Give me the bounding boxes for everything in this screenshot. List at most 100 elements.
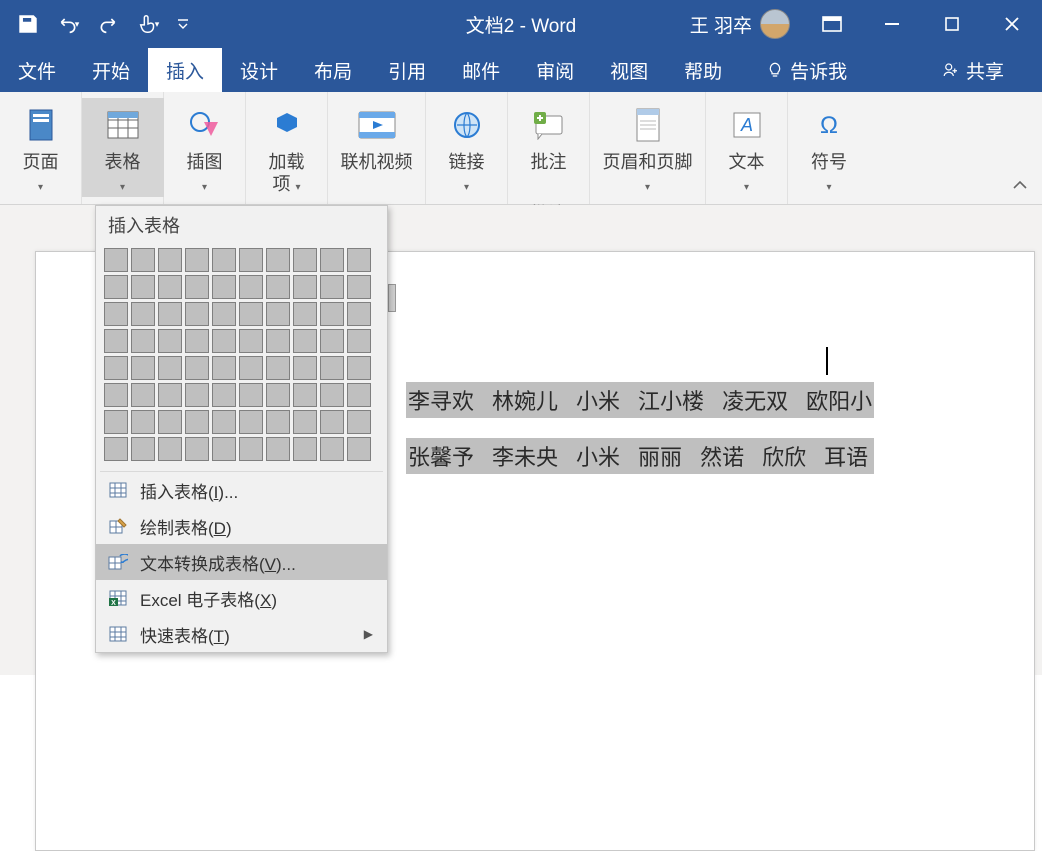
grid-cell[interactable]: [293, 437, 317, 461]
grid-cell[interactable]: [212, 329, 236, 353]
grid-cell[interactable]: [104, 356, 128, 380]
grid-cell[interactable]: [266, 410, 290, 434]
redo-button[interactable]: [88, 0, 128, 48]
menu-draw-table[interactable]: 绘制表格(D): [96, 508, 387, 544]
tab-review[interactable]: 审阅: [518, 48, 592, 92]
grid-cell[interactable]: [239, 410, 263, 434]
grid-cell[interactable]: [185, 275, 209, 299]
grid-cell[interactable]: [239, 356, 263, 380]
symbols-button[interactable]: Ω 符号▾: [788, 98, 870, 197]
grid-cell[interactable]: [266, 302, 290, 326]
grid-cell[interactable]: [266, 329, 290, 353]
grid-cell[interactable]: [347, 275, 371, 299]
grid-cell[interactable]: [347, 302, 371, 326]
grid-cell[interactable]: [212, 410, 236, 434]
grid-cell[interactable]: [293, 329, 317, 353]
grid-cell[interactable]: [185, 356, 209, 380]
grid-cell[interactable]: [239, 275, 263, 299]
tab-help[interactable]: 帮助: [666, 48, 740, 92]
grid-cell[interactable]: [131, 248, 155, 272]
text-button[interactable]: A 文本▾: [706, 98, 788, 197]
grid-cell[interactable]: [185, 329, 209, 353]
grid-cell[interactable]: [131, 302, 155, 326]
grid-cell[interactable]: [293, 302, 317, 326]
addins-button[interactable]: 加载 项 ▾: [246, 98, 328, 197]
collapse-ribbon-button[interactable]: [1012, 178, 1028, 196]
grid-cell[interactable]: [320, 410, 344, 434]
touch-mode-button[interactable]: ▾: [128, 0, 168, 48]
pages-button[interactable]: 页面▾: [0, 98, 82, 197]
grid-cell[interactable]: [266, 248, 290, 272]
grid-cell[interactable]: [266, 356, 290, 380]
grid-cell[interactable]: [347, 356, 371, 380]
grid-cell[interactable]: [320, 356, 344, 380]
grid-cell[interactable]: [347, 248, 371, 272]
tab-view[interactable]: 视图: [592, 48, 666, 92]
grid-cell[interactable]: [104, 383, 128, 407]
tab-insert[interactable]: 插入: [148, 48, 222, 92]
grid-cell[interactable]: [212, 356, 236, 380]
grid-cell[interactable]: [185, 383, 209, 407]
grid-cell[interactable]: [347, 383, 371, 407]
grid-cell[interactable]: [212, 437, 236, 461]
grid-cell[interactable]: [158, 275, 182, 299]
grid-cell[interactable]: [131, 437, 155, 461]
qat-customize-button[interactable]: [168, 0, 198, 48]
grid-cell[interactable]: [158, 302, 182, 326]
save-button[interactable]: [8, 0, 48, 48]
menu-text-to-table[interactable]: 文本转换成表格(V)...: [96, 544, 387, 580]
grid-cell[interactable]: [131, 275, 155, 299]
maximize-button[interactable]: [922, 0, 982, 48]
tab-share[interactable]: 共享: [924, 48, 1022, 92]
tab-file[interactable]: 文件: [0, 48, 74, 92]
menu-excel-table[interactable]: X Excel 电子表格(X): [96, 580, 387, 616]
tab-layout[interactable]: 布局: [296, 48, 370, 92]
grid-cell[interactable]: [320, 437, 344, 461]
grid-cell[interactable]: [266, 275, 290, 299]
grid-cell[interactable]: [293, 356, 317, 380]
grid-cell[interactable]: [347, 437, 371, 461]
tab-design[interactable]: 设计: [222, 48, 296, 92]
avatar[interactable]: [760, 9, 790, 39]
undo-button[interactable]: ▾: [48, 0, 88, 48]
menu-insert-table[interactable]: 插入表格(I)...: [96, 472, 387, 508]
grid-cell[interactable]: [212, 248, 236, 272]
grid-cell[interactable]: [131, 329, 155, 353]
grid-cell[interactable]: [185, 248, 209, 272]
table-button[interactable]: 表格▾: [82, 98, 164, 197]
table-size-grid[interactable]: [96, 244, 387, 471]
grid-cell[interactable]: [131, 356, 155, 380]
grid-cell[interactable]: [320, 383, 344, 407]
grid-cell[interactable]: [320, 248, 344, 272]
tab-home[interactable]: 开始: [74, 48, 148, 92]
grid-cell[interactable]: [158, 329, 182, 353]
grid-cell[interactable]: [293, 248, 317, 272]
grid-cell[interactable]: [185, 302, 209, 326]
grid-cell[interactable]: [131, 383, 155, 407]
grid-cell[interactable]: [104, 410, 128, 434]
grid-cell[interactable]: [320, 329, 344, 353]
grid-cell[interactable]: [158, 437, 182, 461]
grid-cell[interactable]: [104, 275, 128, 299]
grid-cell[interactable]: [158, 356, 182, 380]
comment-button[interactable]: 批注: [508, 98, 590, 176]
grid-cell[interactable]: [239, 383, 263, 407]
grid-cell[interactable]: [266, 383, 290, 407]
menu-quick-table[interactable]: 快速表格(T) ▶: [96, 616, 387, 652]
grid-cell[interactable]: [347, 329, 371, 353]
grid-cell[interactable]: [104, 437, 128, 461]
grid-cell[interactable]: [293, 410, 317, 434]
grid-cell[interactable]: [320, 275, 344, 299]
grid-cell[interactable]: [293, 383, 317, 407]
grid-cell[interactable]: [104, 302, 128, 326]
grid-cell[interactable]: [185, 410, 209, 434]
illustrations-button[interactable]: 插图▾: [164, 98, 246, 197]
grid-cell[interactable]: [212, 383, 236, 407]
grid-cell[interactable]: [239, 302, 263, 326]
grid-cell[interactable]: [239, 437, 263, 461]
grid-cell[interactable]: [158, 383, 182, 407]
online-video-button[interactable]: 联机视频: [328, 98, 426, 176]
close-button[interactable]: [982, 0, 1042, 48]
grid-cell[interactable]: [212, 275, 236, 299]
ribbon-display-button[interactable]: [802, 0, 862, 48]
